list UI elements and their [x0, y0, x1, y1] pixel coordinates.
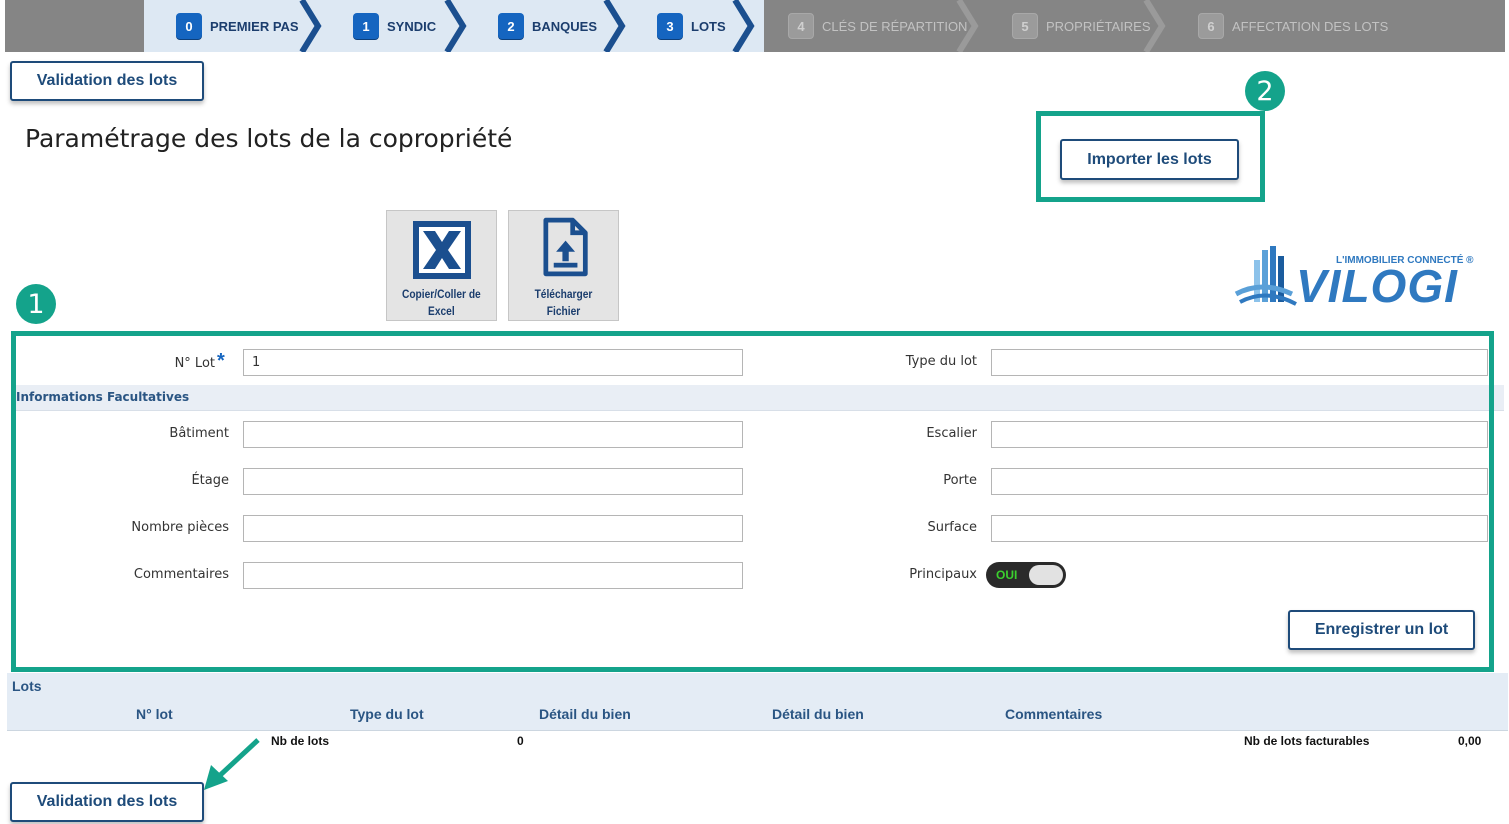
step-label: CLÉS DE RÉPARTITION: [822, 18, 968, 34]
step-cles-repartition[interactable]: 4 CLÉS DE RÉPARTITION: [788, 0, 967, 52]
step-number: 5: [1012, 13, 1038, 39]
chevron-right-icon: [603, 0, 626, 52]
nb-lots-label: Nb de lots: [271, 734, 330, 748]
chevron-right-icon: [1143, 0, 1166, 52]
column-header-lot-number[interactable]: N° lot: [136, 706, 173, 722]
chevron-right-icon: [444, 0, 467, 52]
step-number: 0: [176, 13, 202, 39]
step-label: BANQUES: [532, 18, 598, 34]
excel-paste-tile[interactable]: Copier/Coller de Excel: [386, 210, 497, 321]
step-label: SYNDIC: [387, 18, 437, 34]
validation-lots-button[interactable]: Validation des lots: [10, 61, 204, 101]
file-upload-icon: [542, 217, 588, 277]
chevron-right-icon: [299, 0, 322, 52]
step-banques[interactable]: 2 BANQUES: [498, 0, 597, 52]
nb-lots-facturables-value: 0,00: [1458, 734, 1482, 748]
step-label: LOTS: [691, 18, 726, 34]
chevron-right-icon: [732, 0, 755, 52]
logo-name: VILOGI: [1296, 260, 1458, 312]
excel-icon: [412, 221, 471, 279]
step-syndic[interactable]: 1 SYNDIC: [353, 0, 436, 52]
step-number: 3: [657, 13, 683, 39]
column-header-detail-bien-2[interactable]: Détail du bien: [772, 706, 864, 722]
annotation-marker-1: 1: [16, 284, 56, 324]
validation-lots-button-bottom[interactable]: Validation des lots: [10, 782, 204, 822]
vilogi-logo: L'IMMOBILIER CONNECTÉ ® VILOGI: [1232, 242, 1487, 314]
nb-lots-facturables-label: Nb de lots facturables: [1244, 734, 1370, 748]
step-label: PREMIER PAS: [210, 18, 299, 34]
chevron-right-icon: [956, 0, 979, 52]
excel-tile-label-line1: Copier/Coller de: [402, 287, 481, 301]
step-number: 4: [788, 13, 814, 39]
step-affectation-lots[interactable]: 6 AFFECTATION DES LOTS: [1198, 0, 1388, 52]
annotation-arrow-icon: [204, 738, 260, 790]
upload-file-tile[interactable]: Télécharger Fichier: [508, 210, 619, 321]
import-lots-button[interactable]: Importer les lots: [1060, 139, 1239, 180]
step-number: 6: [1198, 13, 1224, 39]
annotation-box-form: [11, 331, 1494, 672]
excel-tile-label-line2: Excel: [428, 304, 455, 318]
step-label: PROPRIÉTAIRES: [1046, 18, 1151, 34]
step-proprietaires[interactable]: 5 PROPRIÉTAIRES: [1012, 0, 1151, 52]
step-number: 2: [498, 13, 524, 39]
annotation-marker-2: 2: [1245, 71, 1285, 111]
lots-table-title: Lots: [12, 678, 42, 694]
column-header-lot-type[interactable]: Type du lot: [350, 706, 424, 722]
column-header-commentaires[interactable]: Commentaires: [1005, 706, 1102, 722]
page-title: Paramétrage des lots de la copropriété: [25, 124, 513, 153]
upload-tile-label: Télécharger Fichier: [534, 287, 593, 318]
step-label: AFFECTATION DES LOTS: [1232, 18, 1389, 34]
nb-lots-value: 0: [517, 734, 524, 748]
step-lots[interactable]: 3 LOTS: [657, 0, 726, 52]
column-header-detail-bien[interactable]: Détail du bien: [539, 706, 631, 722]
step-number: 1: [353, 13, 379, 39]
step-premier-pas[interactable]: 0 PREMIER PAS: [176, 0, 299, 52]
